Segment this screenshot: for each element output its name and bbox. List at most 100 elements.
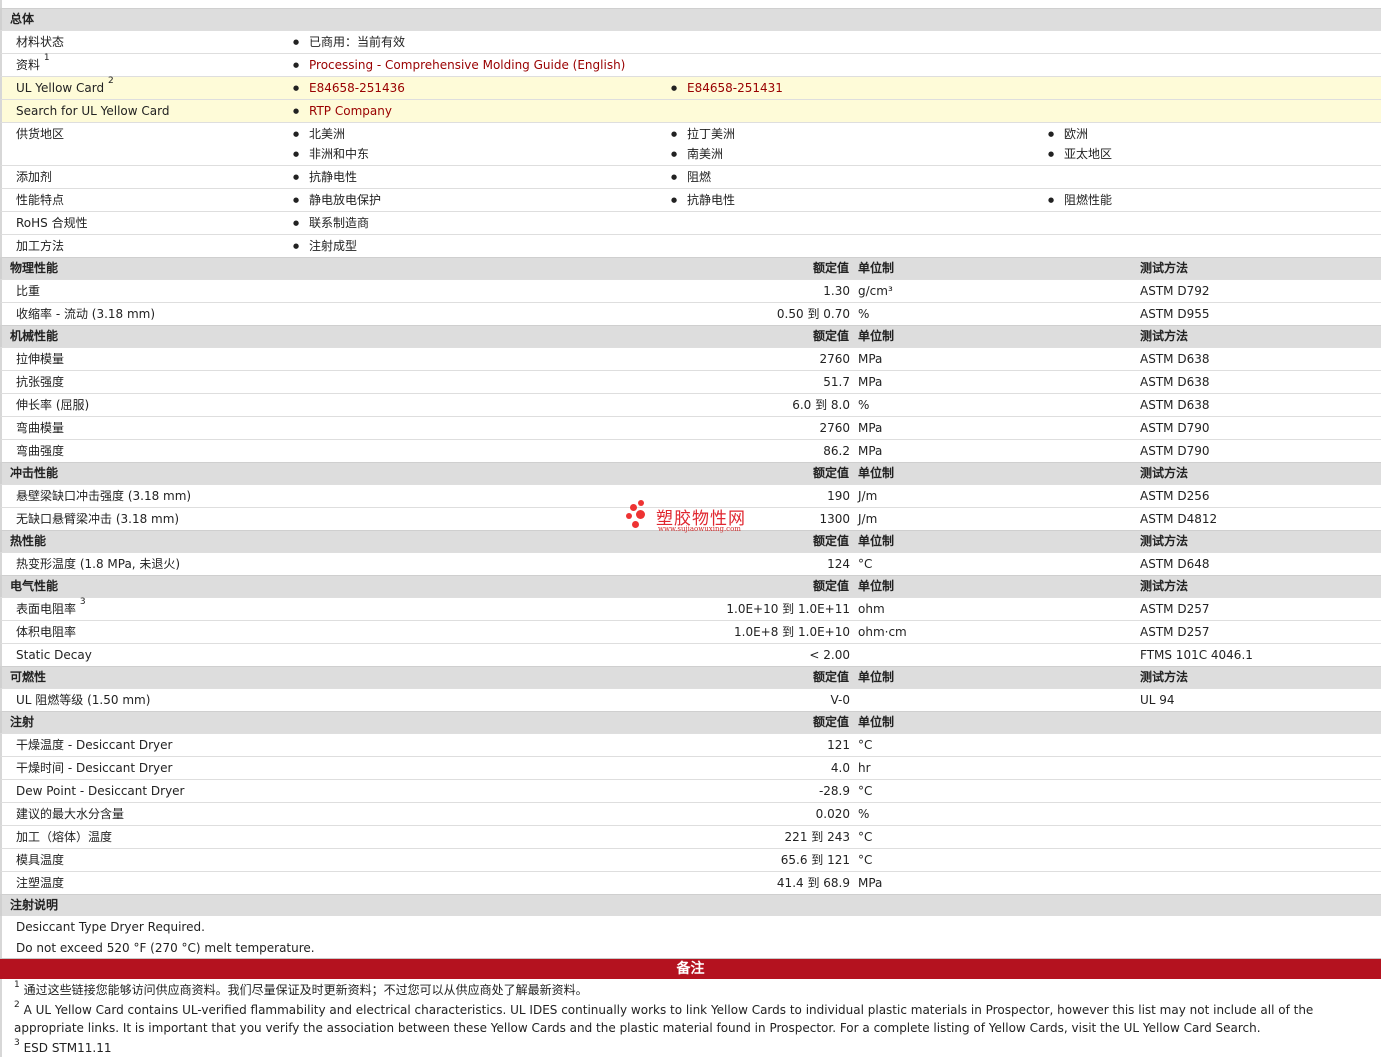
property-unit: °C bbox=[858, 853, 873, 867]
row-label-text: 建议的最大水分含量 bbox=[16, 807, 125, 821]
property-row: 模具温度 65.6 到 121 °C bbox=[0, 848, 1381, 871]
header-unit: 单位制 bbox=[858, 715, 895, 729]
row-item: 联系制造商 bbox=[293, 212, 369, 234]
row-label: 比重 bbox=[16, 280, 40, 302]
property-value: 6.0 到 8.0 bbox=[792, 398, 850, 412]
property-value: V-0 bbox=[830, 693, 850, 707]
general-row: RoHS 合规性 联系制造商 bbox=[0, 211, 1381, 234]
property-unit: J/m bbox=[858, 512, 878, 526]
row-label: 干燥温度 - Desiccant Dryer bbox=[16, 734, 172, 756]
row-item: 阻燃 bbox=[671, 166, 711, 188]
footnote-ref: 2 bbox=[107, 76, 114, 86]
property-row: 干燥时间 - Desiccant Dryer 4.0 hr bbox=[0, 756, 1381, 779]
test-method: ASTM D648 bbox=[1140, 557, 1210, 571]
test-method: ASTM D4812 bbox=[1140, 512, 1218, 526]
row-link[interactable]: Processing - Comprehensive Molding Guide… bbox=[293, 54, 625, 76]
row-label-text: 收缩率 - 流动 (3.18 mm) bbox=[16, 307, 156, 321]
row-item: 已商用：当前有效 bbox=[293, 31, 405, 53]
row-label-text: Dew Point - Desiccant Dryer bbox=[16, 784, 185, 798]
property-row: 建议的最大水分含量 0.020% bbox=[0, 802, 1381, 825]
header-nominal: 额定值 bbox=[812, 670, 849, 684]
row-label-text: 弯曲模量 bbox=[16, 421, 65, 435]
general-row: UL Yellow Card 2 E84658-251436 E84658-2514… bbox=[0, 76, 1381, 99]
property-row: 表面电阻率 3 1.0E+10 到 1.0E+11 ohm ASTM D257 bbox=[0, 597, 1381, 620]
row-label-text: 性能特点 bbox=[16, 193, 65, 207]
property-row: 弯曲模量 2760 MPa ASTM D790 bbox=[0, 416, 1381, 439]
test-method: ASTM D638 bbox=[1140, 375, 1210, 389]
row-label: 资料 1 bbox=[16, 53, 50, 76]
property-row: 比重 1.30 g/cm³ ASTM D792 bbox=[0, 279, 1381, 302]
header-unit: 单位制 bbox=[858, 261, 895, 275]
header-method: 测试方法 bbox=[1140, 261, 1189, 275]
property-row: 注塑温度 41.4 到 68.9 MPa bbox=[0, 871, 1381, 894]
injection-note: Do not exceed 520 °F (270 °C) melt tempe… bbox=[0, 937, 1381, 958]
row-label: 表面电阻率 3 bbox=[16, 597, 86, 620]
row-label-text: UL 阻燃等级 (1.50 mm) bbox=[16, 693, 151, 707]
section-header: 总体 bbox=[0, 8, 1381, 30]
property-value: 1300 bbox=[819, 512, 850, 526]
property-unit: J/m bbox=[858, 489, 878, 503]
note-text: 通过这些链接您能够访问供应商资料。我们尽量保证及时更新资料；不过您可以从供应商处… bbox=[23, 983, 588, 997]
row-link[interactable]: E84658-251436 bbox=[293, 77, 405, 99]
header-unit: 单位制 bbox=[858, 534, 895, 548]
row-label-text: 加工方法 bbox=[16, 239, 65, 253]
row-label-text: Static Decay bbox=[16, 648, 92, 662]
row-label: RoHS 合规性 bbox=[16, 212, 88, 234]
row-label-text: 资料 bbox=[16, 58, 41, 72]
row-item: 欧洲 bbox=[1048, 123, 1088, 145]
property-unit: % bbox=[858, 307, 870, 321]
section-header: 机械性能 额定值 单位制 测试方法 bbox=[0, 325, 1381, 347]
general-row: 加工方法 注射成型 bbox=[0, 234, 1381, 257]
row-link[interactable]: RTP Company bbox=[293, 100, 392, 122]
section-title: 物理性能 bbox=[10, 261, 59, 275]
section-header: 电气性能 额定值 单位制 测试方法 bbox=[0, 575, 1381, 597]
row-label: 抗张强度 bbox=[16, 371, 64, 393]
row-label: 悬壁梁缺口冲击强度 (3.18 mm) bbox=[16, 485, 191, 507]
row-label: 供货地区 bbox=[16, 123, 64, 145]
row-label-text: 干燥时间 - Desiccant Dryer bbox=[16, 761, 173, 775]
row-label: Dew Point - Desiccant Dryer bbox=[16, 780, 184, 802]
footnote-ref: 3 bbox=[79, 597, 86, 607]
property-unit: MPa bbox=[858, 375, 883, 389]
test-method: ASTM D792 bbox=[1140, 284, 1210, 298]
property-unit: MPa bbox=[858, 421, 883, 435]
test-method: ASTM D638 bbox=[1140, 398, 1210, 412]
general-row: 添加剂 抗静电性 阻燃 bbox=[0, 165, 1381, 188]
property-value: 4.0 bbox=[830, 761, 850, 775]
note-item: 1 通过这些链接您能够访问供应商资料。我们尽量保证及时更新资料；不过您可以从供应… bbox=[0, 979, 1381, 999]
property-unit: MPa bbox=[858, 876, 883, 890]
row-label: 加工方法 bbox=[16, 235, 64, 257]
note-item: 2 A UL Yellow Card contains UL-verified … bbox=[0, 999, 1381, 1037]
notes-bar: 备注 bbox=[0, 958, 1381, 979]
property-unit: MPa bbox=[858, 444, 883, 458]
row-item: 静电放电保护 bbox=[293, 189, 381, 211]
note-number: 2 bbox=[14, 1000, 20, 1010]
test-method: ASTM D790 bbox=[1140, 421, 1210, 435]
property-value: 221 到 243 bbox=[784, 830, 850, 844]
property-unit: °C bbox=[858, 738, 873, 752]
header-nominal: 额定值 bbox=[812, 579, 849, 593]
property-value: < 2.00 bbox=[809, 648, 850, 662]
note-text: A UL Yellow Card contains UL-verified fl… bbox=[14, 1003, 1314, 1035]
header-unit: 单位制 bbox=[858, 329, 895, 343]
property-value: 51.7 bbox=[823, 375, 850, 389]
section-header: 可燃性 额定值 单位制 测试方法 bbox=[0, 666, 1381, 688]
properties-sections: 物理性能 额定值 单位制 测试方法 比重 1.30 g/cm³ ASTM D792 收缩率 - … bbox=[0, 257, 1381, 894]
row-label-text: 添加剂 bbox=[16, 170, 53, 184]
section-title: 总体 bbox=[10, 12, 35, 26]
row-label: 无缺口悬臂梁冲击 (3.18 mm) bbox=[16, 508, 179, 530]
property-row: 抗张强度 51.7 MPa ASTM D638 bbox=[0, 370, 1381, 393]
property-unit: °C bbox=[858, 784, 873, 798]
property-unit: g/cm³ bbox=[858, 284, 893, 298]
section-header: 注射 额定值 单位制 bbox=[0, 711, 1381, 733]
row-link[interactable]: E84658-251431 bbox=[671, 77, 783, 99]
row-label-text: 注塑温度 bbox=[16, 876, 65, 890]
row-label-text: 加工（熔体）温度 bbox=[16, 830, 113, 844]
row-label-text: 抗张强度 bbox=[16, 375, 65, 389]
property-value: 2760 bbox=[819, 421, 850, 435]
header-nominal: 额定值 bbox=[812, 261, 849, 275]
property-row: 体积电阻率 1.0E+8 到 1.0E+10 ohm·cm ASTM D257 bbox=[0, 620, 1381, 643]
test-method: FTMS 101C 4046.1 bbox=[1140, 648, 1253, 662]
footnote-ref: 1 bbox=[43, 53, 50, 63]
row-label: 注塑温度 bbox=[16, 872, 64, 894]
